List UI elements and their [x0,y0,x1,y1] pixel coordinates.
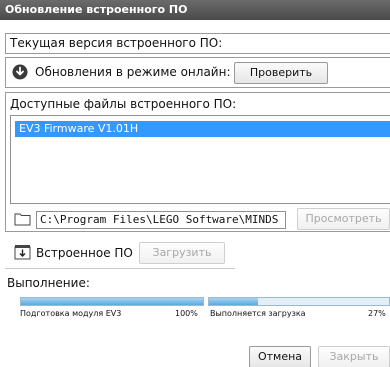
available-files-label: Доступные файлы встроенного ПО: [10,97,237,111]
download-status-text: Выполняется загрузка [210,309,306,318]
browse-button[interactable]: Просмотреть [297,208,390,230]
folder-icon [14,213,31,226]
download-progress-bar [208,297,390,306]
download-arrow-icon [12,64,28,80]
cancel-button[interactable]: Отмена [249,346,311,367]
firmware-label: Встроенное ПО [36,246,133,260]
divider [5,268,235,269]
download-button[interactable]: Загрузить [139,242,225,264]
list-item[interactable]: EV3 Firmware V1.01H [15,121,390,137]
close-button[interactable]: Закрыть [318,346,390,367]
firmware-update-window: Обновление встроенного ПО Текущая версия… [0,0,390,367]
progress-label: Выполнение: [7,276,90,290]
firmware-download-icon [14,245,31,260]
prepare-progress-fill [21,298,203,305]
firmware-path-input[interactable]: C:\Program Files\LEGO Software\MINDS [36,211,286,229]
download-percent: 27% [368,309,386,318]
current-version-label: Текущая версия встроенного ПО: [10,36,223,50]
prepare-percent: 100% [175,309,198,318]
check-updates-button[interactable]: Проверить [234,62,328,84]
online-update-panel: Обновления в режиме онлайн: Проверить [5,57,390,88]
online-update-label: Обновления в режиме онлайн: [35,65,231,79]
firmware-file-list[interactable]: EV3 Firmware V1.01H [10,115,390,204]
window-title: Обновление встроенного ПО [0,0,390,20]
prepare-status-text: Подготовка модуля EV3 [20,309,122,318]
download-progress-fill [209,298,258,305]
prepare-progress-bar [20,297,204,306]
current-version-panel: Текущая версия встроенного ПО: [5,33,390,54]
